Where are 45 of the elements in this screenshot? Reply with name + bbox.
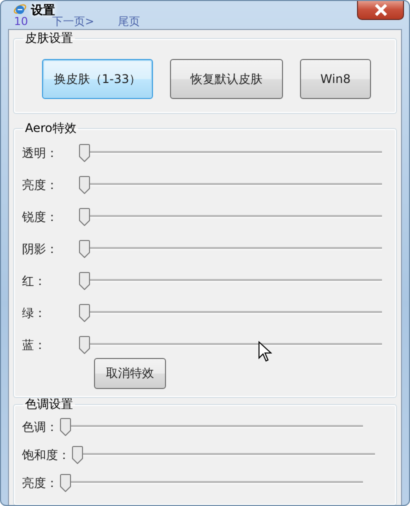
- slider[interactable]: [72, 446, 375, 464]
- slider-thumb[interactable]: [72, 446, 83, 464]
- slider[interactable]: [60, 418, 363, 436]
- slider-label: 亮度：: [22, 176, 59, 194]
- slider-label: 绿：: [22, 304, 47, 322]
- skin-button[interactable]: 换皮肤（1-33）: [42, 59, 153, 99]
- background-text: 下一页>: [52, 16, 94, 28]
- window-title: 设置: [31, 2, 55, 17]
- cursor-icon: [258, 341, 272, 362]
- slider[interactable]: [79, 240, 382, 258]
- slider-thumb[interactable]: [79, 240, 90, 258]
- slider-label: 透明：: [22, 144, 59, 162]
- background-text: 10: [14, 16, 28, 28]
- slider-label: 阴影：: [22, 240, 59, 258]
- slider[interactable]: [79, 304, 382, 322]
- cancel-effects-button[interactable]: 取消特效: [94, 358, 166, 389]
- background-text: 尾页: [118, 16, 140, 28]
- skin-button[interactable]: Win8: [300, 59, 371, 99]
- group-title: 色调设置: [24, 396, 74, 413]
- slider[interactable]: [79, 208, 382, 226]
- slider[interactable]: [79, 144, 382, 162]
- slider-thumb[interactable]: [60, 474, 71, 492]
- slider-thumb[interactable]: [79, 304, 90, 322]
- close-icon: [374, 4, 388, 16]
- slider-label: 亮度：: [22, 474, 59, 492]
- slider-thumb[interactable]: [79, 272, 90, 290]
- slider-thumb[interactable]: [79, 336, 90, 354]
- slider-label: 蓝：: [22, 336, 47, 354]
- slider-thumb[interactable]: [79, 144, 90, 162]
- slider[interactable]: [79, 336, 382, 354]
- close-button[interactable]: [357, 1, 404, 20]
- slider-thumb[interactable]: [60, 418, 71, 436]
- slider[interactable]: [79, 176, 382, 194]
- slider-thumb[interactable]: [79, 176, 90, 194]
- skin-button[interactable]: 恢复默认皮肤: [170, 59, 283, 99]
- app-icon: [13, 2, 27, 16]
- slider-label: 色调：: [22, 418, 59, 436]
- slider[interactable]: [79, 272, 382, 290]
- group-title: 皮肤设置: [24, 30, 74, 47]
- group-title: Aero特效: [24, 120, 78, 137]
- slider-label: 饱和度：: [22, 446, 71, 464]
- slider[interactable]: [60, 474, 363, 492]
- slider-label: 红：: [22, 272, 47, 290]
- slider-thumb[interactable]: [79, 208, 90, 226]
- slider-label: 锐度：: [22, 208, 59, 226]
